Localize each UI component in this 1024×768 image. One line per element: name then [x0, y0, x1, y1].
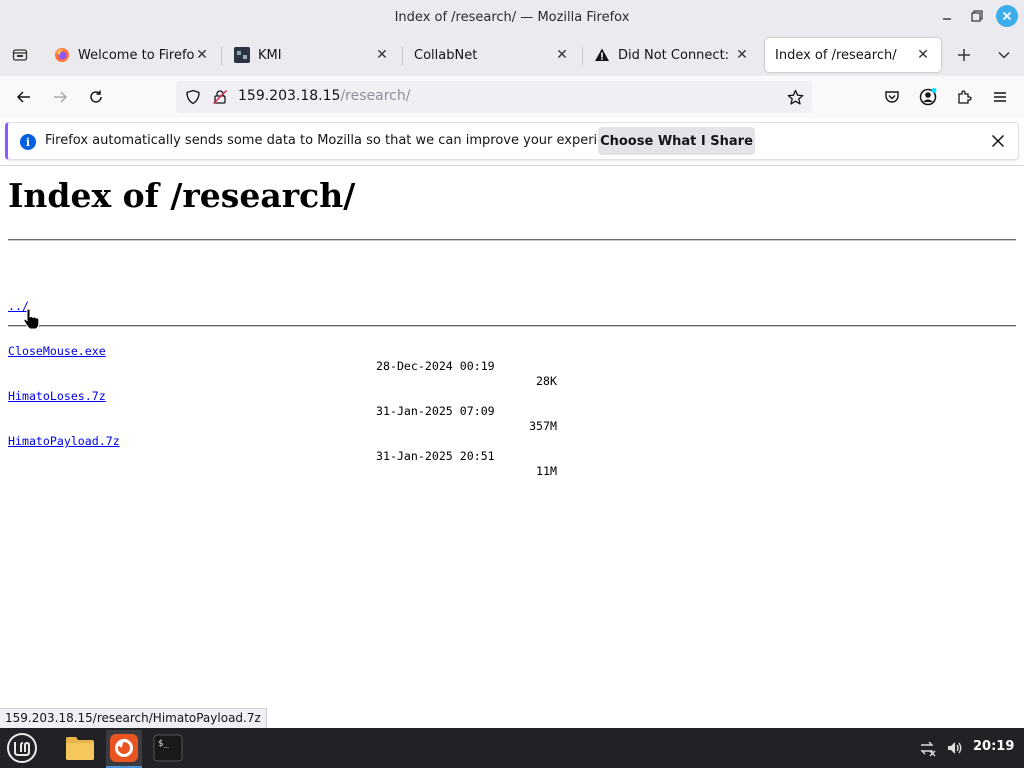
- file-date: 31-Jan-2025 07:09: [376, 404, 495, 418]
- file-listing: ../ CloseMouse.exe 28-Dec-2024 00:19 28K…: [8, 254, 557, 478]
- file-row: HimatoLoses.7z 31-Jan-2025 07:09 357M: [8, 374, 557, 433]
- forward-button[interactable]: [46, 84, 74, 110]
- file-row: HimatoPayload.7z 31-Jan-2025 20:51 11M: [8, 419, 557, 478]
- svg-text:$_: $_: [158, 739, 169, 749]
- terminal-icon: $_: [153, 734, 183, 762]
- arrow-right-icon: [54, 91, 68, 103]
- account-icon: [919, 88, 937, 106]
- linux-mint-logo-icon: [7, 733, 37, 763]
- new-tab-button[interactable]: [952, 43, 976, 67]
- tab-close-icon[interactable]: ✕: [194, 47, 210, 63]
- file-size: 357M: [529, 419, 557, 433]
- url-bar[interactable]: 159.203.18.15/research/: [176, 81, 812, 113]
- start-menu-button[interactable]: [4, 730, 40, 766]
- link-status-tooltip: 159.203.18.15/research/HimatoPayload.7z: [0, 708, 267, 728]
- file-size: 11M: [536, 464, 557, 478]
- list-all-tabs-button[interactable]: [992, 43, 1016, 67]
- app-menu-button[interactable]: [986, 84, 1014, 110]
- warning-icon: [594, 47, 610, 63]
- tab-label: Welcome to Firefox: [78, 47, 194, 63]
- tab-did-not-connect[interactable]: Did Not Connect: Po ✕: [584, 38, 760, 72]
- pocket-icon: [885, 91, 899, 103]
- chevron-down-icon: [998, 51, 1010, 59]
- tab-close-icon[interactable]: ✕: [915, 47, 931, 63]
- taskbar: $_ 20:19: [0, 728, 1024, 768]
- tab-strip: Welcome to Firefox ✕ KMI ✕ CollabNet ✕ D…: [0, 34, 1024, 76]
- tab-close-icon[interactable]: ✕: [554, 47, 570, 63]
- folder-icon: [66, 737, 94, 760]
- reload-icon: [90, 90, 102, 103]
- tab-close-icon[interactable]: ✕: [734, 47, 750, 63]
- horizontal-rule: [8, 325, 1016, 327]
- maximize-button[interactable]: [966, 5, 988, 27]
- page-title: Index of /research/: [8, 176, 356, 215]
- pocket-button[interactable]: [878, 84, 906, 110]
- account-button[interactable]: [914, 84, 942, 110]
- tab-collabnet[interactable]: CollabNet ✕: [404, 38, 580, 72]
- taskbar-file-manager[interactable]: [62, 730, 98, 766]
- parent-directory-row: ../: [8, 284, 50, 313]
- reload-button[interactable]: [82, 84, 110, 110]
- extensions-button[interactable]: [950, 84, 978, 110]
- notification-message: Firefox automatically sends some data to…: [45, 133, 633, 148]
- kmi-site-icon: [234, 47, 250, 63]
- volume-icon[interactable]: [945, 738, 965, 758]
- tab-label: Did Not Connect: Po: [618, 47, 734, 63]
- file-link-himatoloses[interactable]: HimatoLoses.7z: [8, 389, 106, 404]
- file-row: CloseMouse.exe 28-Dec-2024 00:19 28K: [8, 329, 557, 388]
- firefox-icon: [110, 734, 138, 762]
- tab-separator: [402, 47, 403, 65]
- window-titlebar: Index of /research/ — Mozilla Firefox: [0, 0, 1024, 34]
- tab-kmi[interactable]: KMI ✕: [224, 38, 400, 72]
- file-link-closemouse[interactable]: CloseMouse.exe: [8, 344, 106, 359]
- tab-label: Index of /research/: [775, 47, 897, 63]
- file-link-himatopayload[interactable]: HimatoPayload.7z: [8, 434, 120, 449]
- plus-icon: [958, 49, 970, 61]
- hamburger-menu-icon: [994, 92, 1006, 102]
- url-host: 159.203.18.15: [238, 88, 341, 104]
- window-close-button[interactable]: [996, 5, 1018, 27]
- choose-what-i-share-button[interactable]: Choose What I Share: [598, 127, 755, 155]
- taskbar-clock[interactable]: 20:19: [973, 739, 1014, 754]
- data-collection-notification: i Firefox automatically sends some data …: [5, 122, 1019, 160]
- navigation-toolbar: 159.203.18.15/research/: [0, 76, 1024, 118]
- url-text[interactable]: 159.203.18.15/research/: [238, 88, 410, 104]
- window-title: Index of /research/ — Mozilla Firefox: [394, 9, 630, 25]
- insecure-connection-lock-icon[interactable]: [212, 89, 228, 105]
- taskbar-terminal[interactable]: $_: [150, 730, 186, 766]
- firefox-icon: [54, 47, 70, 63]
- content-divider: [0, 165, 1024, 166]
- tab-separator: [221, 47, 222, 65]
- taskbar-firefox[interactable]: [106, 730, 142, 768]
- tab-welcome-to-firefox[interactable]: Welcome to Firefox ✕: [44, 38, 220, 72]
- back-button[interactable]: [10, 84, 38, 110]
- firefox-view-button[interactable]: [8, 43, 32, 67]
- bookmark-star-icon[interactable]: [786, 88, 804, 106]
- tab-label: KMI: [258, 47, 282, 63]
- url-path: /research/: [340, 88, 411, 104]
- notification-close-icon[interactable]: [988, 131, 1008, 151]
- tab-close-icon[interactable]: ✕: [374, 47, 390, 63]
- arrow-left-icon: [16, 91, 30, 103]
- hand-pointer-cursor-icon: [23, 308, 40, 330]
- tab-label: CollabNet: [414, 47, 478, 63]
- tab-separator: [582, 47, 583, 65]
- window-controls: [936, 5, 1018, 27]
- horizontal-rule: [8, 239, 1016, 241]
- info-icon: i: [20, 134, 36, 150]
- firefox-view-icon: [12, 49, 28, 61]
- file-date: 28-Dec-2024 00:19: [376, 359, 495, 373]
- file-size: 28K: [536, 374, 557, 388]
- tab-index-of-research[interactable]: Index of /research/ ✕: [765, 38, 941, 72]
- network-disconnected-icon[interactable]: [917, 738, 937, 758]
- puzzle-icon: [958, 90, 972, 104]
- file-date: 31-Jan-2025 20:51: [376, 449, 495, 463]
- minimize-button[interactable]: [936, 5, 958, 27]
- tracking-protection-shield-icon[interactable]: [185, 89, 201, 105]
